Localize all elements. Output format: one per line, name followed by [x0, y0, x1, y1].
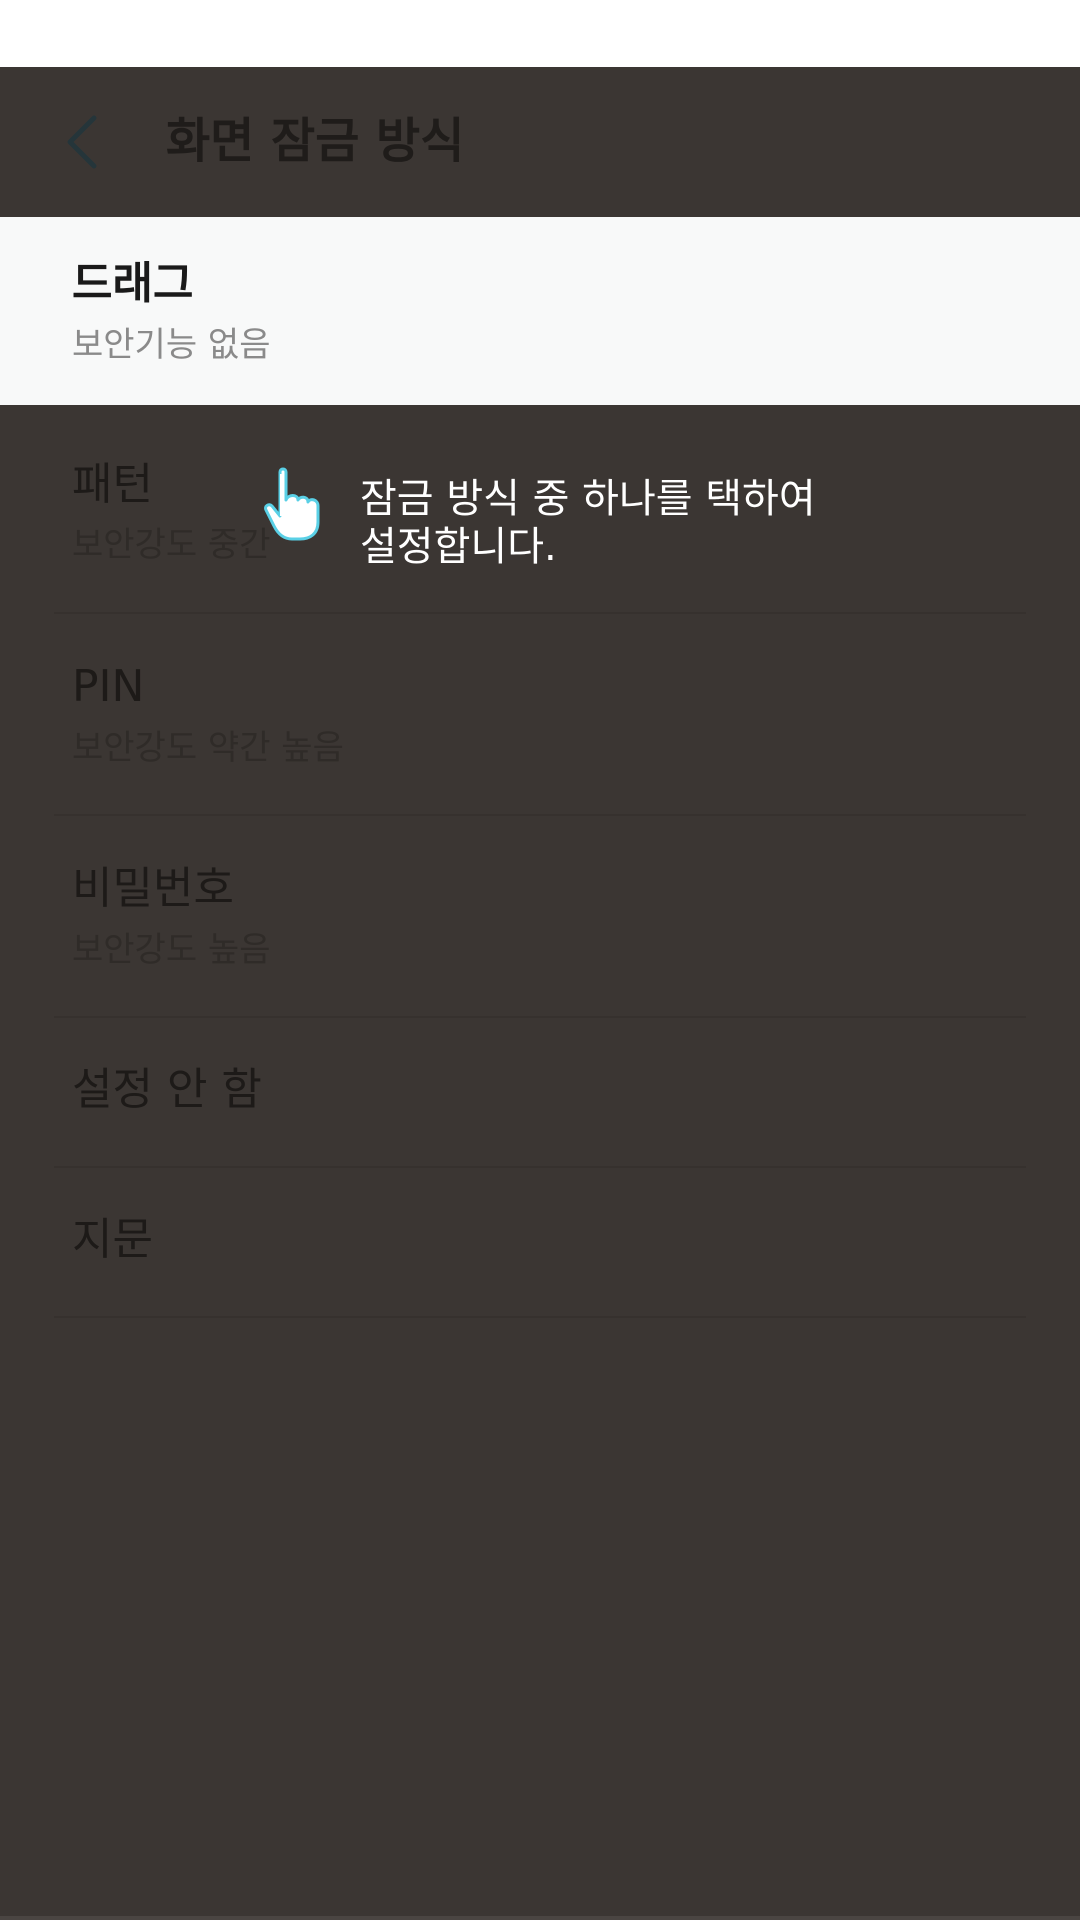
screen: 화면 잠금 방식 드래그 보안기능 없음 패턴 보안강도 중간 PIN 보안강도…: [0, 0, 1080, 1920]
option-title: 드래그: [72, 258, 194, 309]
page-title: 화면 잠금 방식: [166, 113, 465, 169]
option-drag[interactable]: 드래그 보안기능 없음: [0, 217, 1080, 405]
option-title: PIN: [72, 661, 145, 712]
divider: [54, 1316, 1026, 1318]
option-title: 패턴: [72, 459, 153, 510]
chevron-left-icon[interactable]: [60, 112, 104, 172]
tooltip-line-2: 설정합니다.: [360, 524, 557, 570]
option-title: 지문: [72, 1214, 153, 1265]
option-subtitle: 보안기능 없음: [72, 325, 271, 365]
option-pin[interactable]: PIN 보안강도 약간 높음: [0, 614, 1080, 814]
option-subtitle: 보안강도 중간: [72, 525, 271, 565]
tooltip-line-1: 잠금 방식 중 하나를 택하여: [360, 476, 816, 522]
hand-pointer-icon: [258, 466, 328, 542]
option-password[interactable]: 비밀번호 보안강도 높음: [0, 816, 1080, 1016]
status-bar: [0, 0, 1080, 67]
option-none[interactable]: 설정 안 함: [0, 1018, 1080, 1166]
option-subtitle: 보안강도 약간 높음: [72, 728, 344, 768]
app-bar: 화면 잠금 방식: [0, 67, 1080, 217]
option-subtitle: 보안강도 높음: [72, 930, 271, 970]
tutorial-tooltip: 잠금 방식 중 하나를 택하여 설정합니다.: [360, 475, 960, 571]
option-title: 비밀번호: [72, 863, 234, 914]
bottom-edge: [0, 1916, 1080, 1920]
option-title: 설정 안 함: [72, 1064, 262, 1115]
option-fingerprint[interactable]: 지문: [0, 1168, 1080, 1316]
